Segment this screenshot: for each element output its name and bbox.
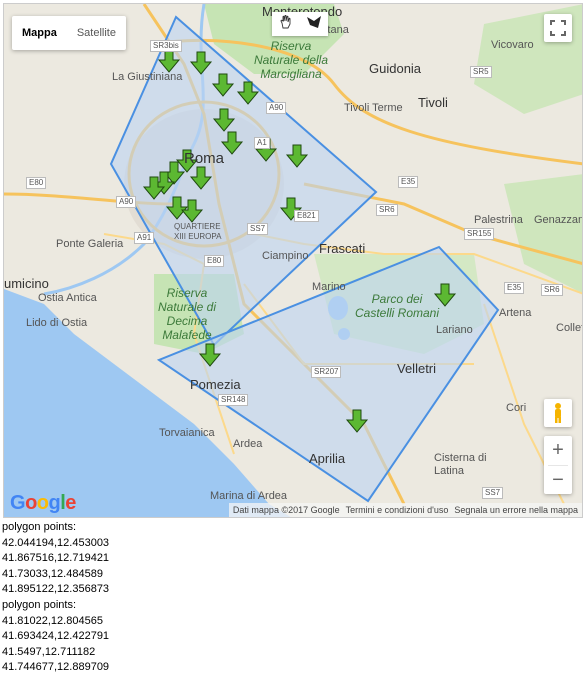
label-guidonia: Guidonia <box>369 61 422 76</box>
label-la-giustiniana: La Giustiniana <box>112 71 183 83</box>
label-marino: Marino <box>312 281 346 293</box>
label-genazzano: Genazzano <box>534 214 582 226</box>
fullscreen-button[interactable] <box>544 14 572 42</box>
road-label: A91 <box>134 232 155 244</box>
map-type-satellite-button[interactable]: Satellite <box>67 16 126 50</box>
label-pomezia: Pomezia <box>190 377 241 392</box>
label-ponte-galeria: Ponte Galeria <box>56 238 124 250</box>
map-type-control: Mappa Satellite <box>12 16 126 50</box>
google-logo[interactable]: Google <box>10 492 76 515</box>
terms-link[interactable]: Termini e condizioni d'uso <box>346 505 449 515</box>
label-roma: Roma <box>184 150 225 167</box>
road-label: E35 <box>398 176 419 188</box>
label-cori: Cori <box>506 402 527 414</box>
label-vicovaro: Vicovaro <box>491 39 534 51</box>
output-line: 41.5497,12.711182 <box>2 645 96 658</box>
output-line: 41.81022,12.804565 <box>2 614 103 627</box>
output-line: 41.867516,12.719421 <box>2 552 110 565</box>
label-palestrina: Palestrina <box>474 214 523 226</box>
label-frascati: Frascati <box>319 241 366 256</box>
polygon-coordinates-output: polygon points: 42.044194,12.453003 41.867… <box>2 520 109 676</box>
label-fiumicino: umicino <box>4 276 49 291</box>
road-label: SR148 <box>218 394 249 406</box>
zoom-control: + − <box>544 436 572 494</box>
road-label: A90 <box>116 196 137 208</box>
attribution-bar: Dati mappa ©2017 Google Termini e condiz… <box>228 503 582 517</box>
street-view-pegman-button[interactable] <box>544 399 572 427</box>
road-label: SS7 <box>482 487 504 499</box>
label-colleferro: Collef <box>556 322 583 334</box>
label-tivoli: Tivoli <box>418 95 448 110</box>
label-aprilia: Aprilia <box>309 451 346 466</box>
label-eur: XIII EUROPA <box>174 232 222 241</box>
label-lido-ostia: Lido di Ostia <box>26 317 88 329</box>
output-line: 42.044194,12.453003 <box>2 536 110 549</box>
fullscreen-icon <box>550 20 566 36</box>
map-canvas[interactable]: Monterotondo Mentana La Giustiniana Rise… <box>3 3 583 518</box>
label-ciampino: Ciampino <box>262 250 309 262</box>
drawing-toolbar <box>272 12 328 36</box>
road-label: SR5 <box>470 66 492 78</box>
output-line: polygon points: <box>2 598 76 611</box>
road-label: E35 <box>504 282 525 294</box>
label-cisterna: Cisterna di Latina <box>434 452 487 477</box>
label-quartiere: QUARTIERE <box>174 222 221 231</box>
label-riserva-marcigliana: Riserva Naturale della Marcigliana <box>253 39 329 81</box>
street-view-pegman-icon <box>555 403 561 423</box>
label-tivoli-terme: Tivoli Terme <box>344 102 403 114</box>
label-velletri: Velletri <box>397 361 437 376</box>
polygon-draw-icon[interactable] <box>306 15 322 34</box>
road-label: SR6 <box>541 284 563 296</box>
label-riserva-decima: Riserva Naturale di Decima Malafede <box>157 286 217 342</box>
label-castelli-romani: Parco dei Castelli Romani <box>354 292 440 320</box>
label-artena: Artena <box>499 307 532 319</box>
zoom-out-button[interactable]: − <box>544 466 572 495</box>
road-label: A90 <box>266 102 287 114</box>
output-line: polygon points: <box>2 521 76 533</box>
road-label: SR207 <box>311 366 342 378</box>
output-line: 41.73033,12.484589 <box>2 567 103 580</box>
map-type-mappa-button[interactable]: Mappa <box>12 16 67 50</box>
report-error-link[interactable]: Segnala un errore nella mappa <box>454 505 578 515</box>
road-label: E80 <box>204 255 225 267</box>
road-label: A1 <box>254 137 270 149</box>
label-ostia-antica: Ostia Antica <box>38 292 97 304</box>
road-label: E821 <box>294 210 319 222</box>
road-label: SS7 <box>247 223 269 235</box>
label-ardea: Ardea <box>233 438 263 450</box>
road-label: SR3bis <box>150 40 182 52</box>
output-line: 41.744677,12.889709 <box>2 661 110 674</box>
label-lariano: Lariano <box>436 324 473 336</box>
output-line: 41.693424,12.422791 <box>2 630 110 643</box>
map-data-attribution: Dati mappa ©2017 Google <box>232 505 340 515</box>
label-torvaianica: Torvaianica <box>159 427 215 439</box>
zoom-in-button[interactable]: + <box>544 436 572 465</box>
hand-icon[interactable] <box>279 14 293 34</box>
road-label: SR6 <box>376 204 398 216</box>
road-label: E80 <box>26 177 47 189</box>
output-line: 41.895122,12.356873 <box>2 583 110 596</box>
label-marina-ardea: Marina di Ardea <box>210 490 288 502</box>
road-label: SR155 <box>464 228 495 240</box>
